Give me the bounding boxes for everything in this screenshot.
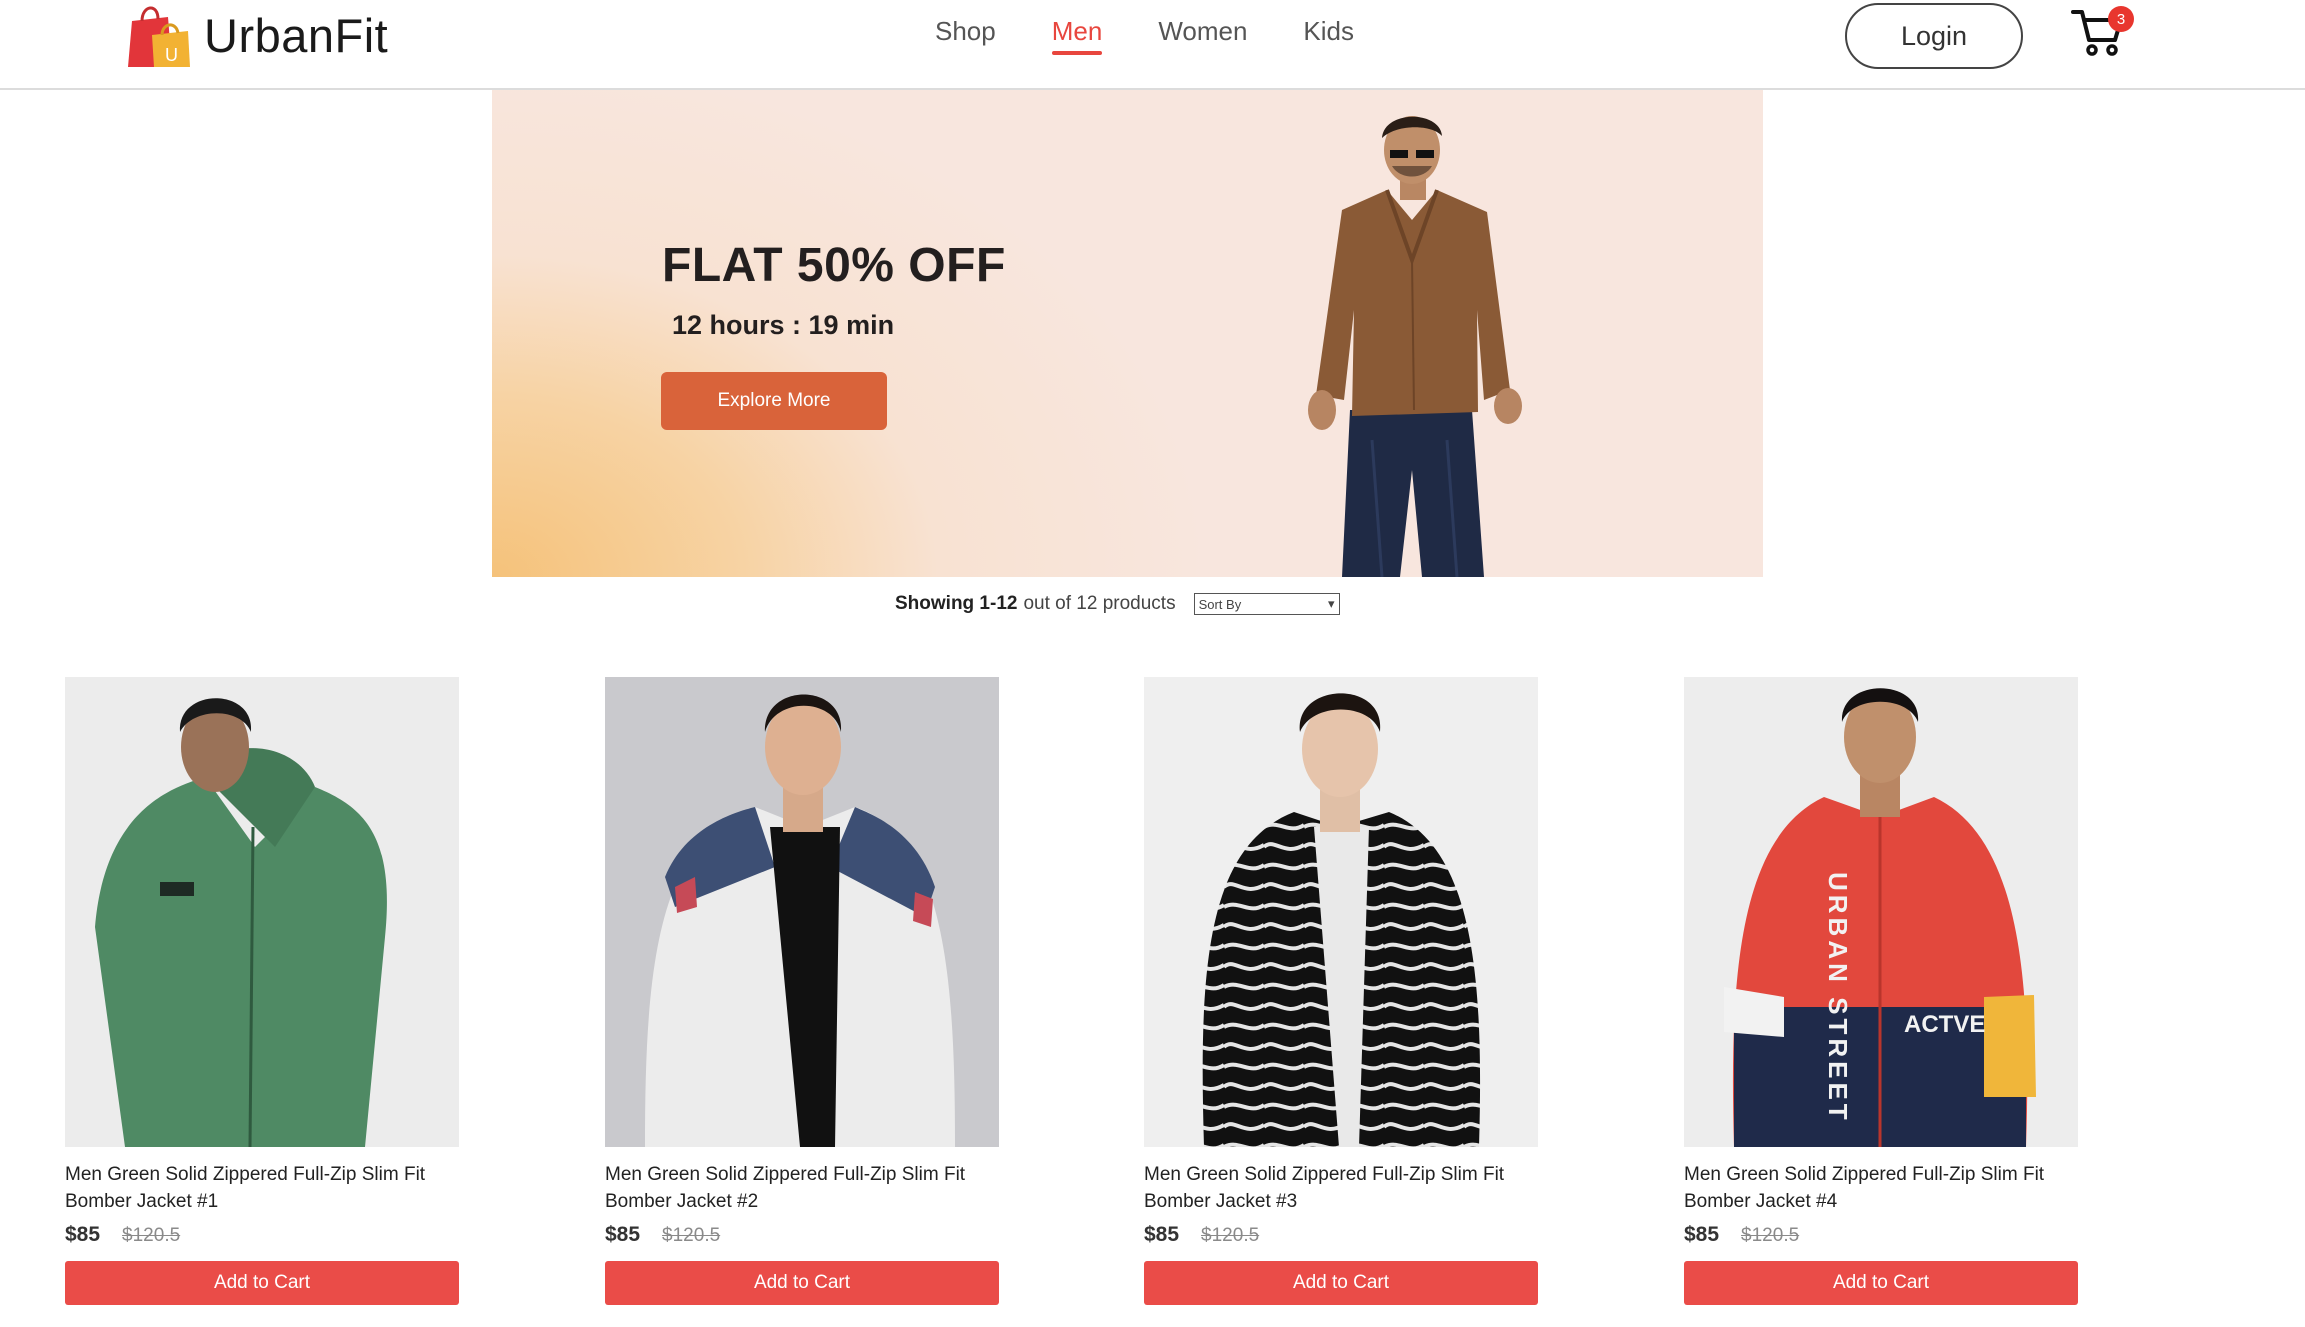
login-button[interactable]: Login <box>1845 3 2023 69</box>
banner-title: FLAT 50% OFF <box>662 239 1006 292</box>
sort-by-select[interactable]: Sort By ▾ <box>1193 593 1340 615</box>
results-toolbar: Showing 1-12 out of 12 products Sort By … <box>895 593 1340 615</box>
price-row: $85 $120.5 <box>605 1223 999 1247</box>
product-card: Men Green Solid Zippered Full-Zip Slim F… <box>1144 677 1538 1305</box>
product-image[interactable]: URBAN STREET ACTVE <box>1684 677 2078 1147</box>
price-row: $85 $120.5 <box>1684 1223 2078 1247</box>
cart-count-badge: 3 <box>2108 6 2134 32</box>
explore-more-button[interactable]: Explore More <box>661 372 887 430</box>
product-old-price: $120.5 <box>662 1225 721 1246</box>
promo-banner: FLAT 50% OFF 12 hours : 19 min Explore M… <box>492 90 1763 577</box>
jacket-print-text-2: ACTVE <box>1904 1011 1985 1038</box>
nav-item-kids[interactable]: Kids <box>1303 16 1354 55</box>
brand[interactable]: U UrbanFit <box>122 0 388 70</box>
sort-by-value: Sort By <box>1198 596 1242 612</box>
add-to-cart-button[interactable]: Add to Cart <box>1684 1261 2078 1305</box>
nav-item-shop[interactable]: Shop <box>935 16 996 55</box>
nav-item-men[interactable]: Men <box>1051 16 1102 55</box>
product-price: $85 <box>1144 1223 1180 1246</box>
product-name[interactable]: Men Green Solid Zippered Full-Zip Slim F… <box>1684 1161 2078 1215</box>
cart-button[interactable]: 3 <box>2070 4 2134 60</box>
product-card: Men Green Solid Zippered Full-Zip Slim F… <box>605 677 999 1305</box>
site-header: U UrbanFit Shop Men Women Kids Login 3 <box>0 0 2305 90</box>
product-old-price: $120.5 <box>122 1225 181 1246</box>
nav-item-women[interactable]: Women <box>1158 16 1247 55</box>
product-name[interactable]: Men Green Solid Zippered Full-Zip Slim F… <box>65 1161 459 1215</box>
product-image[interactable] <box>605 677 999 1147</box>
price-row: $85 $120.5 <box>65 1223 459 1247</box>
add-to-cart-button[interactable]: Add to Cart <box>65 1261 459 1305</box>
chevron-down-icon: ▾ <box>1328 596 1335 611</box>
brand-name: UrbanFit <box>204 8 389 62</box>
product-old-price: $120.5 <box>1741 1225 1800 1246</box>
product-price: $85 <box>65 1223 101 1246</box>
product-image[interactable] <box>1144 677 1538 1147</box>
main-nav: Shop Men Women Kids <box>935 16 1410 55</box>
product-card: URBAN STREET ACTVE Men Green Solid Zippe… <box>1684 677 2078 1305</box>
banner-model-image <box>1308 116 1522 577</box>
product-name[interactable]: Men Green Solid Zippered Full-Zip Slim F… <box>1144 1161 1538 1215</box>
brand-logo-letter: U <box>165 45 178 65</box>
add-to-cart-button[interactable]: Add to Cart <box>1144 1261 1538 1305</box>
product-price: $85 <box>1684 1223 1720 1246</box>
banner-countdown: 12 hours : 19 min <box>672 310 895 340</box>
results-range: Showing 1-12 <box>895 593 1018 614</box>
shopping-bag-logo-icon: U <box>128 6 190 67</box>
product-image[interactable] <box>65 677 459 1147</box>
product-card: Men Green Solid Zippered Full-Zip Slim F… <box>65 677 459 1305</box>
price-row: $85 $120.5 <box>1144 1223 1538 1247</box>
product-price: $85 <box>605 1223 641 1246</box>
product-old-price: $120.5 <box>1201 1225 1260 1246</box>
product-name[interactable]: Men Green Solid Zippered Full-Zip Slim F… <box>605 1161 999 1215</box>
jacket-print-text: URBAN STREET <box>1823 872 1853 1124</box>
add-to-cart-button[interactable]: Add to Cart <box>605 1261 999 1305</box>
results-total: out of 12 products <box>1023 593 1176 614</box>
